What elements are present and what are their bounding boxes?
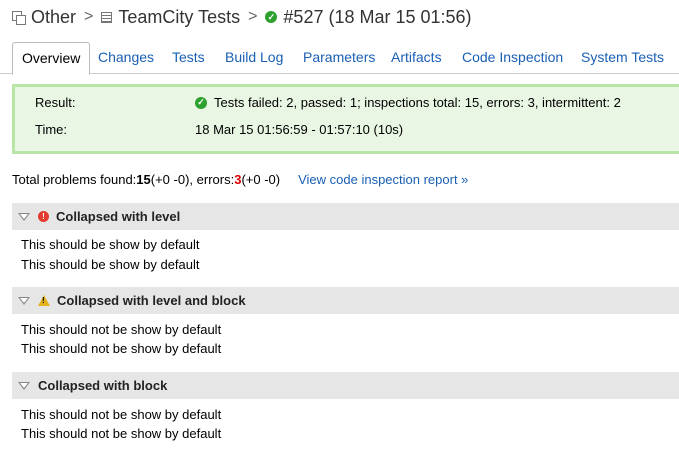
build-result-panel: Result: ✓ Tests failed: 2, passed: 1; in… (12, 84, 679, 154)
success-check-icon: ✓ (265, 11, 278, 23)
section-line: This should not be show by default (21, 426, 222, 441)
total-problems-count: 15 (136, 172, 151, 187)
breadcrumb-project-label[interactable]: Other (31, 7, 76, 28)
time-value: 18 Mar 15 01:56:59 - 01:57:10 (10s) (195, 122, 404, 137)
section-title: Collapsed with level and block (57, 293, 246, 308)
collapse-triangle-icon[interactable] (18, 212, 30, 221)
collapse-triangle-icon[interactable] (18, 381, 30, 390)
section-header-collapsed-with-level-and-block[interactable]: Collapsed with level and block (12, 287, 679, 314)
tab-system-tests[interactable]: System Tests (581, 42, 664, 73)
build-configuration-icon (101, 11, 113, 23)
chevron-right-icon: > (84, 8, 94, 25)
section-title: Collapsed with block (38, 378, 168, 393)
warning-icon (38, 295, 50, 306)
tab-tests[interactable]: Tests (172, 42, 205, 73)
error-icon: ! (38, 211, 49, 222)
tab-bar-divider (0, 73, 679, 74)
section-header-collapsed-with-level[interactable]: ! Collapsed with level (12, 203, 679, 230)
tab-build-log[interactable]: Build Log (225, 42, 283, 73)
tab-code-inspection[interactable]: Code Inspection (462, 42, 563, 73)
result-value: ✓ Tests failed: 2, passed: 1; inspection… (195, 95, 621, 110)
chevron-right-icon: > (248, 8, 258, 25)
breadcrumb-build-label: #527 (18 Mar 15 01:56) (283, 6, 472, 27)
breadcrumb-project[interactable]: Other (12, 7, 76, 28)
section-line: This should be show by default (21, 237, 200, 252)
time-label: Time: (35, 122, 68, 137)
success-check-icon: ✓ (195, 96, 207, 109)
tab-artifacts[interactable]: Artifacts (391, 42, 442, 73)
breadcrumb-build: ✓ #527 (18 Mar 15 01:56) (265, 6, 472, 28)
errors-delta: (+0 -0) (241, 172, 281, 187)
breadcrumb: Other > TeamCity Tests > ✓ #527 (18 Mar … (12, 6, 472, 28)
breadcrumb-build-type-label[interactable]: TeamCity Tests (118, 7, 240, 28)
total-delta: (+0 -0), errors: (150, 172, 235, 187)
result-text: Tests failed: 2, passed: 1; inspections … (214, 95, 621, 110)
problems-summary: Total problems found: 15 (+0 -0), errors… (12, 172, 468, 187)
tab-overview[interactable]: Overview (12, 42, 91, 75)
collapse-triangle-icon[interactable] (18, 296, 30, 305)
project-icon (12, 10, 26, 25)
breadcrumb-build-type[interactable]: TeamCity Tests (101, 7, 240, 28)
view-inspection-report-link[interactable]: View code inspection report » (298, 172, 468, 187)
section-line: This should be show by default (21, 257, 200, 272)
tab-parameters[interactable]: Parameters (303, 42, 375, 73)
section-line: This should not be show by default (21, 407, 222, 422)
tab-bar: Overview Changes Tests Build Log Paramet… (0, 42, 679, 75)
section-header-collapsed-with-block[interactable]: Collapsed with block (12, 372, 679, 399)
section-line: This should not be show by default (21, 322, 222, 337)
errors-count: 3 (234, 172, 242, 187)
summary-prefix: Total problems found: (12, 172, 137, 187)
result-label: Result: (35, 95, 76, 110)
section-line: This should not be show by default (21, 341, 222, 356)
tab-changes[interactable]: Changes (98, 42, 154, 73)
section-title: Collapsed with level (56, 209, 181, 224)
